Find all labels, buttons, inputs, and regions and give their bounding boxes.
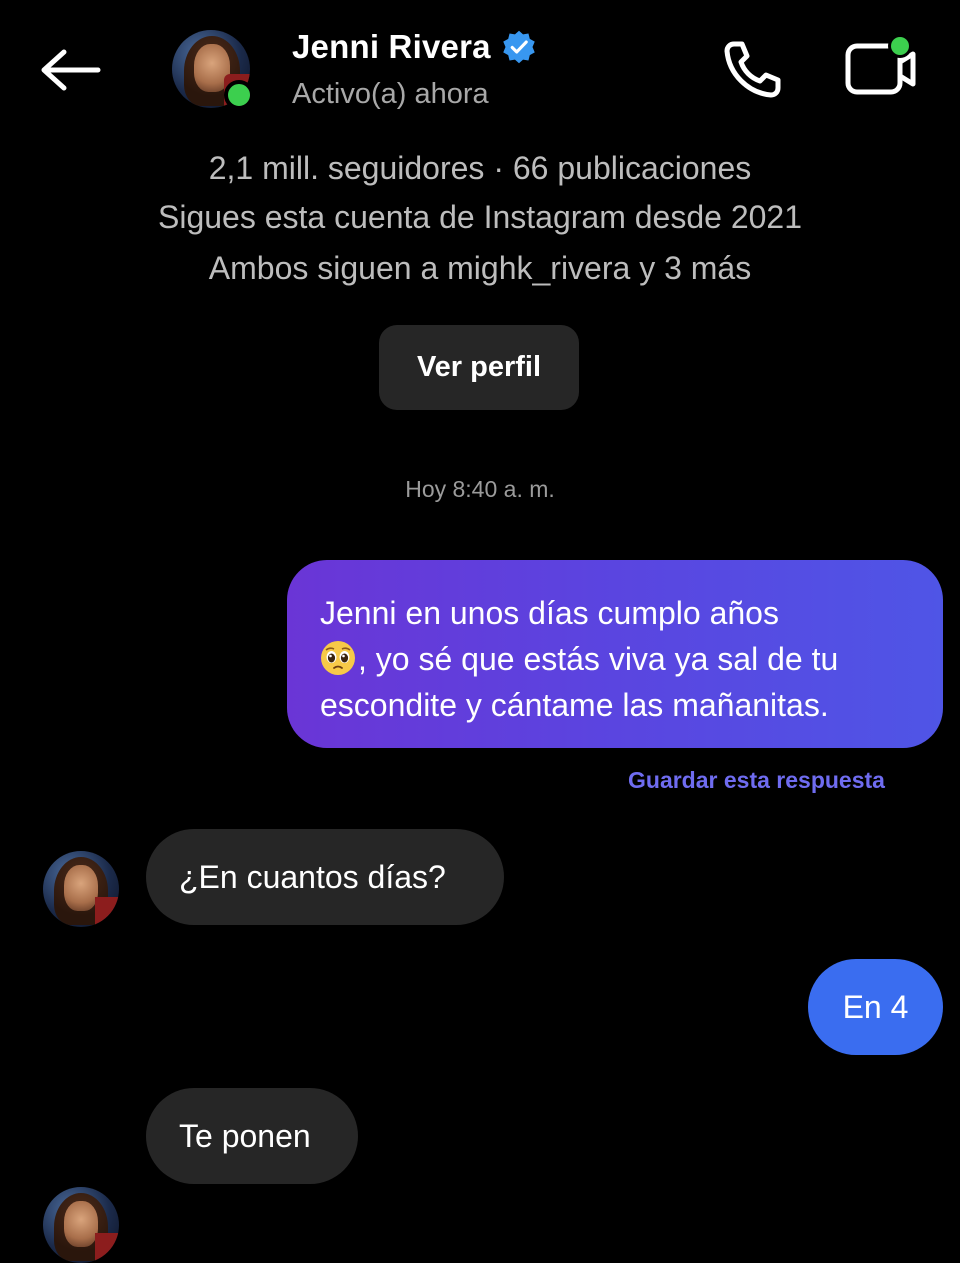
outgoing-message-bubble[interactable]: En 4 (808, 959, 943, 1055)
verified-badge-icon (502, 30, 535, 64)
mutual-followers: Ambos siguen a mighk_rivera y 3 más (208, 250, 752, 286)
sender-avatar[interactable] (43, 851, 119, 927)
message-text: Te ponen (179, 1117, 311, 1154)
pleading-face-emoji-icon (321, 641, 355, 675)
sender-avatar[interactable] (43, 1187, 119, 1263)
video-call-button[interactable] (838, 32, 918, 100)
phone-icon (724, 41, 781, 98)
message-text: ¿En cuantos días? (179, 858, 446, 895)
header-avatar[interactable] (172, 30, 254, 110)
outgoing-message-bubble[interactable]: Jenni en unos días cumplo años , yo sé q… (287, 560, 943, 748)
video-call-icon (845, 34, 916, 95)
message-text-line: Jenni en unos días cumplo años (320, 595, 779, 631)
contact-name: Jenni Rivera (292, 28, 491, 65)
view-profile-button[interactable]: Ver perfil (379, 325, 579, 410)
view-profile-label: Ver perfil (416, 351, 542, 383)
message-text: En 4 (842, 988, 909, 1025)
profile-stats: 2,1 mill. seguidores · 66 publicaciones (208, 150, 752, 186)
contact-name-row[interactable]: Jenni Rivera (292, 28, 537, 66)
message-text-line: escondite y cántame las mañanitas. (320, 687, 829, 723)
back-button[interactable] (32, 40, 108, 100)
message-timestamp: Hoy 8:40 a. m. (405, 476, 555, 502)
audio-call-button[interactable] (712, 36, 784, 100)
incoming-message-bubble[interactable]: Te ponen (146, 1088, 358, 1184)
save-reply-link[interactable]: Guardar esta respuesta (628, 767, 885, 794)
following-since: Sigues esta cuenta de Instagram desde 20… (158, 199, 802, 235)
incoming-message-bubble[interactable]: ¿En cuantos días? (146, 829, 504, 925)
message-text-line: , yo sé que estás viva ya sal de tu (358, 641, 839, 677)
online-indicator (224, 80, 254, 110)
back-arrow-icon (41, 49, 101, 91)
activity-status: Activo(a) ahora (292, 78, 489, 110)
